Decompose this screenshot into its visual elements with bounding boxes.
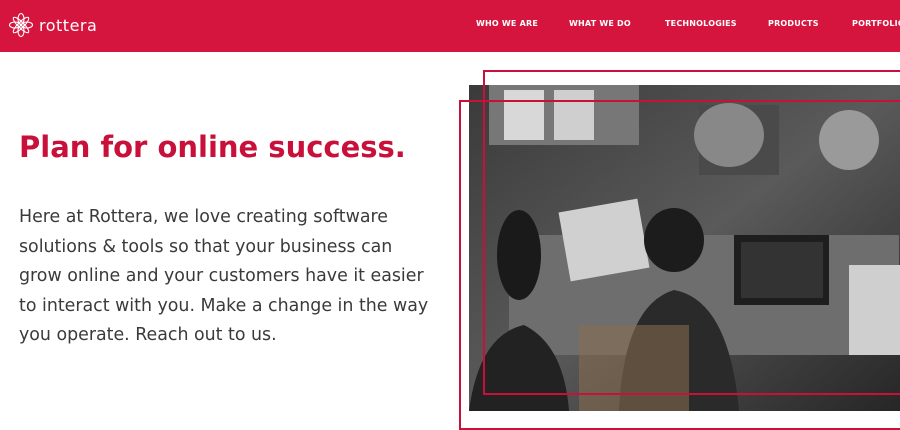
hero-description: Here at Rottera, we love creating softwa…	[19, 207, 429, 345]
top-navigation-bar: rottera WHO WE ARE WHAT WE DO TECHNOLOGI…	[0, 0, 900, 52]
decorative-frame-front	[459, 100, 900, 430]
nav-products[interactable]: PRODUCTS	[768, 19, 819, 28]
flower-mandala-icon	[8, 12, 34, 38]
brand-logo[interactable]: rottera	[8, 11, 97, 39]
nav-portfolio[interactable]: PORTFOLIO	[852, 19, 900, 28]
nav-technologies[interactable]: TECHNOLOGIES	[665, 19, 737, 28]
team-working-photo	[469, 85, 900, 411]
nav-what-we-do[interactable]: WHAT WE DO	[569, 19, 631, 28]
nav-who-we-are[interactable]: WHO WE ARE	[476, 19, 538, 28]
brand-name: rottera	[39, 15, 98, 35]
hero-title: Plan for online success.	[19, 130, 406, 164]
decorative-frame-back	[483, 70, 900, 395]
